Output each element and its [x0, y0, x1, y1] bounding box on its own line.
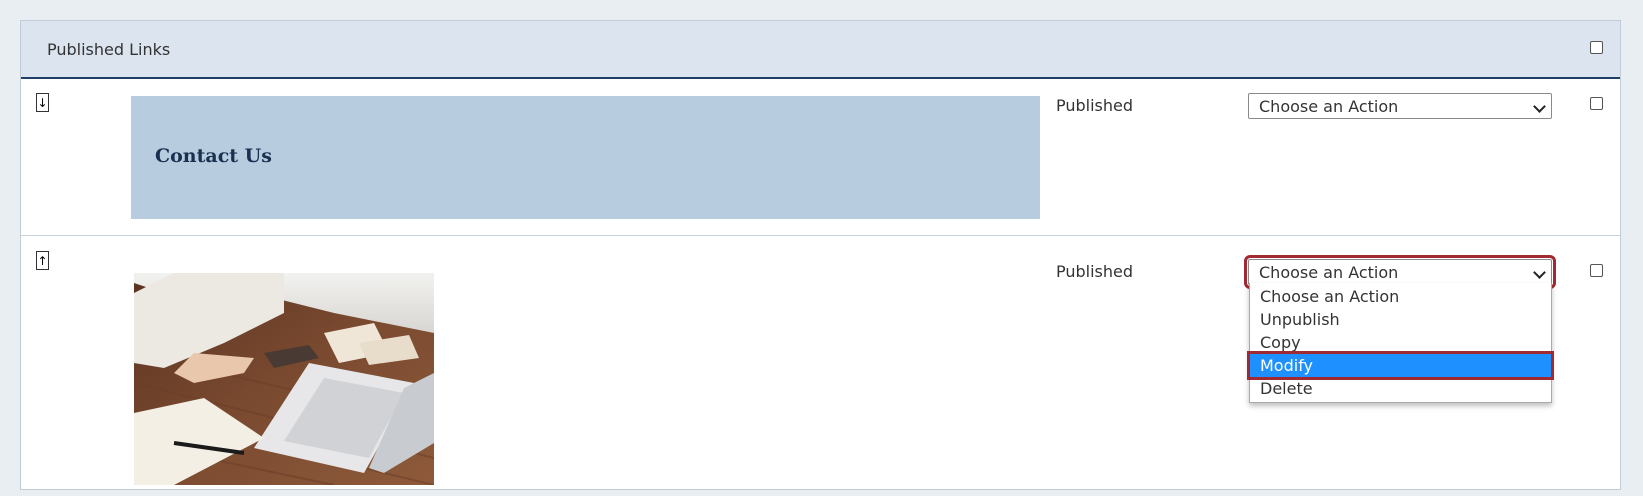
- option-modify[interactable]: Modify: [1247, 351, 1554, 380]
- arrow-up-icon[interactable]: ↑: [36, 251, 49, 270]
- table-row: ↓ Contact Us Published Choose an Action: [21, 79, 1620, 236]
- published-links-panel: Published Links ↓ Contact Us Published C…: [20, 20, 1621, 490]
- contact-us-banner[interactable]: Contact Us: [131, 96, 1040, 219]
- action-select[interactable]: Choose an Action: [1248, 93, 1552, 119]
- panel-header: Published Links: [21, 21, 1620, 79]
- status-label: Published: [1056, 96, 1134, 115]
- arrow-down-icon[interactable]: ↓: [36, 93, 49, 112]
- action-select-value: Choose an Action: [1259, 97, 1399, 116]
- option-unpublish[interactable]: Unpublish: [1250, 308, 1551, 331]
- row-checkbox[interactable]: [1590, 264, 1603, 277]
- option-copy[interactable]: Copy: [1250, 331, 1551, 354]
- action-select[interactable]: Choose an Action: [1244, 255, 1556, 289]
- action-dropdown-list: Choose an Action Unpublish Copy Modify D…: [1247, 283, 1554, 403]
- chevron-down-icon: [1533, 100, 1546, 113]
- status-label: Published: [1056, 262, 1134, 281]
- select-all-checkbox[interactable]: [1590, 41, 1603, 54]
- chevron-down-icon: [1533, 266, 1546, 279]
- option-delete[interactable]: Delete: [1250, 377, 1551, 400]
- row-checkbox[interactable]: [1590, 97, 1603, 110]
- table-row: ↑ Published Choose an Action Choose an A…: [21, 236, 1620, 496]
- laptop-photo-image: [134, 273, 434, 485]
- panel-title: Published Links: [47, 40, 171, 59]
- option-choose-an-action[interactable]: Choose an Action: [1250, 285, 1551, 308]
- banner-title: Contact Us: [155, 145, 272, 167]
- action-select-value: Choose an Action: [1259, 263, 1399, 282]
